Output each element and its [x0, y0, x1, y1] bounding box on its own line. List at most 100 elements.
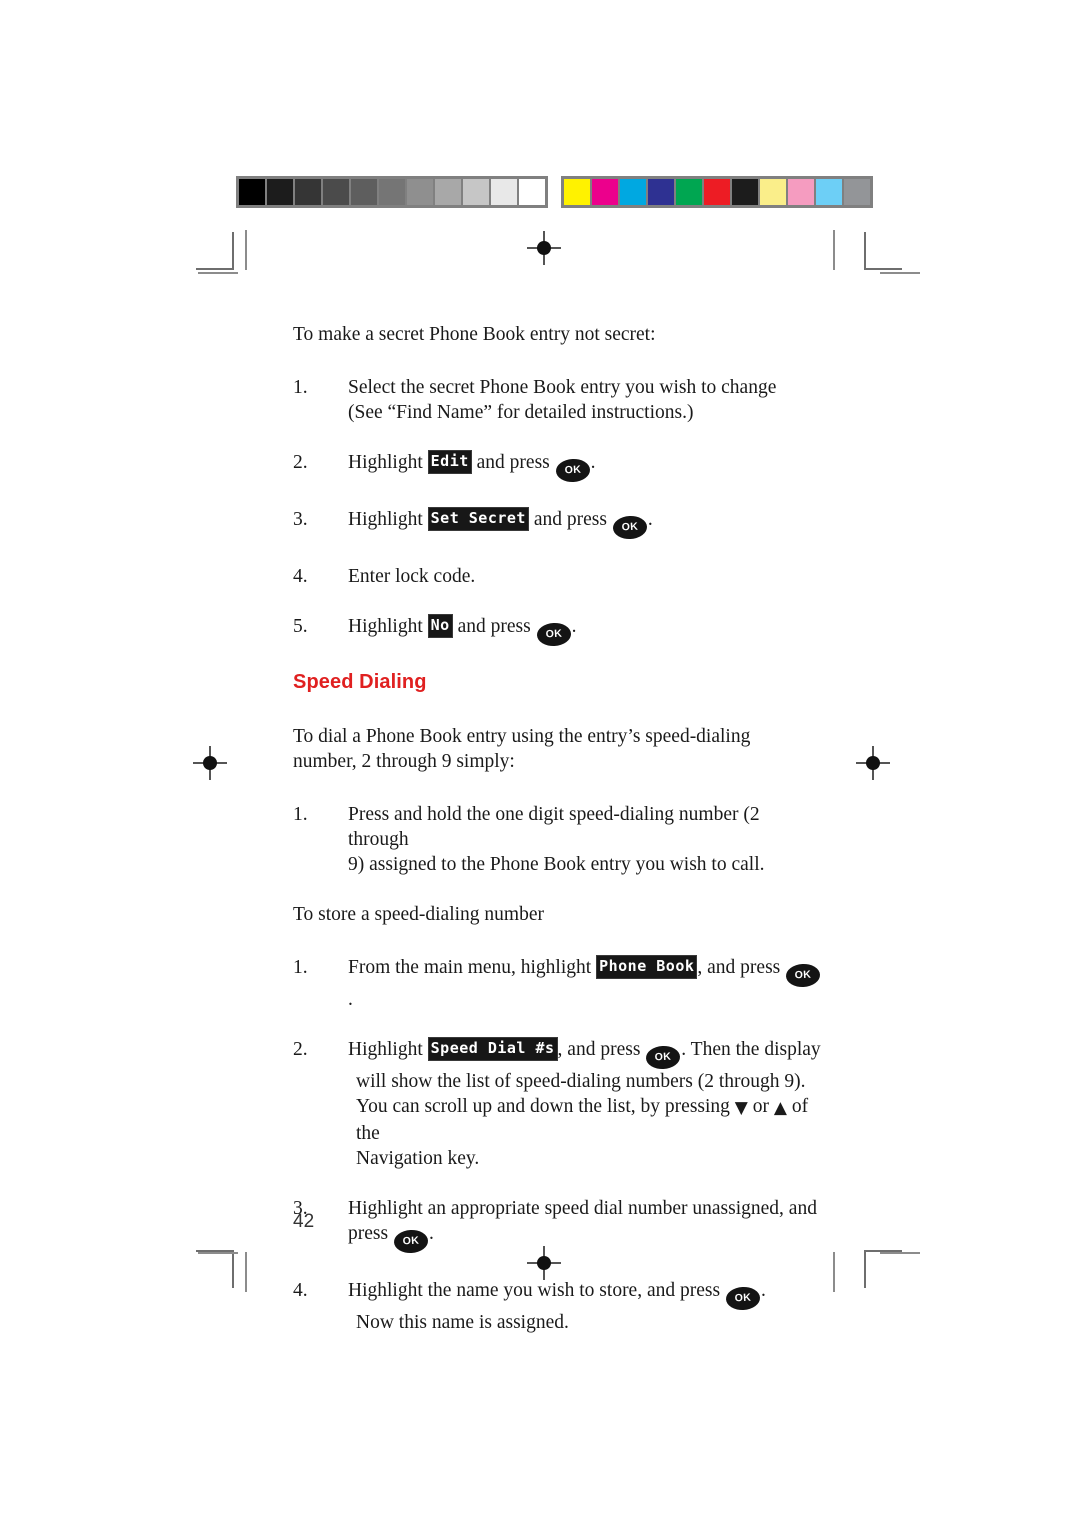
color-patch	[704, 179, 730, 205]
trim-tick-upper-left-horizontal	[198, 272, 238, 274]
ok-key-icon: OK	[645, 1045, 681, 1070]
trim-tick-top-left	[245, 230, 247, 270]
step-text-mid: and press	[533, 509, 607, 530]
step-line-1: Select the secret Phone Book entry you w…	[348, 377, 777, 398]
page-number-folio: 42	[293, 1211, 315, 1232]
step-line-3: You can scroll up and down the list, by …	[348, 1094, 823, 1146]
grayscale-patch	[463, 179, 489, 205]
color-patch	[760, 179, 786, 205]
color-calibration-bar	[561, 176, 873, 208]
lcd-label-no: No	[427, 614, 453, 638]
step-dial-1: 1. Press and hold the one digit speed-di…	[293, 802, 823, 877]
grayscale-patch	[267, 179, 293, 205]
step-number: 3.	[293, 509, 308, 530]
intro-store-paragraph: To store a speed-dialing number	[293, 904, 544, 925]
nav-up-arrow-icon: ▲	[773, 1098, 787, 1118]
color-patch	[732, 179, 758, 205]
intro-dial-line-1: To dial a Phone Book entry using the ent…	[293, 726, 751, 747]
step-line-4: Navigation key.	[356, 1148, 480, 1169]
step-number: 5.	[293, 616, 308, 637]
lcd-label-phone-book: Phone Book	[596, 955, 698, 979]
grayscale-patch	[239, 179, 265, 205]
color-patch	[816, 179, 842, 205]
ok-key-icon: OK	[612, 515, 648, 540]
step-secret-2: 2. Highlight Edit and press OK.	[293, 450, 823, 483]
step-body: Highlight Edit and press OK.	[340, 450, 823, 483]
step-store-3: 3. Highlight an appropriate speed dial n…	[293, 1196, 823, 1254]
color-patch	[648, 179, 674, 205]
lcd-label-edit: Edit	[427, 450, 472, 474]
color-patch	[564, 179, 590, 205]
step-text-post: .	[571, 616, 577, 637]
step-body: Highlight the name you wish to store, an…	[340, 1278, 823, 1335]
grayscale-patch	[351, 179, 377, 205]
step-body: press OK.	[340, 1221, 823, 1254]
step-body: Highlight Speed Dial #s, and press OK. T…	[340, 1037, 823, 1171]
step-store-2: 2. Highlight Speed Dial #s, and press OK…	[293, 1037, 823, 1171]
step-secret-5: 5. Highlight No and press OK.	[293, 614, 823, 647]
step-text-post: . Then the display	[681, 1039, 821, 1060]
step-number: 1.	[293, 957, 308, 978]
step-text-post: .	[760, 1280, 766, 1301]
color-patch	[592, 179, 618, 205]
color-patch	[620, 179, 646, 205]
step-secret-4: 4. Enter lock code.	[293, 564, 823, 589]
step-text-pre: Highlight	[348, 616, 423, 637]
grayscale-patch	[407, 179, 433, 205]
step-text-scroll-mid: or	[752, 1096, 769, 1117]
color-patch	[788, 179, 814, 205]
step-text-mid: and press	[457, 616, 531, 637]
step-line-1: Enter lock code.	[348, 566, 476, 587]
step-text-mid: , and press	[697, 957, 781, 978]
step-number: 1.	[293, 804, 308, 825]
trim-tick-lower-right-horizontal	[880, 1252, 920, 1254]
step-store-1: 1. From the main menu, highlight Phone B…	[293, 955, 823, 1012]
step-body: From the main menu, highlight Phone Book…	[340, 955, 823, 1012]
step-text-post: .	[590, 452, 596, 473]
step-line-1: Press and hold the one digit speed-diali…	[348, 804, 760, 850]
step-body: Highlight No and press OK.	[340, 614, 823, 647]
intro-secret-paragraph: To make a secret Phone Book entry not se…	[293, 324, 656, 345]
lcd-label-speed-dial-numbers: Speed Dial #s	[427, 1037, 558, 1061]
nav-down-arrow-icon: ▼	[734, 1098, 748, 1118]
step-line-2: 9) assigned to the Phone Book entry you …	[348, 854, 765, 875]
trim-tick-upper-right-horizontal	[880, 272, 920, 274]
grayscale-calibration-bar	[236, 176, 548, 208]
step-body: Highlight Set Secret and press OK.	[340, 507, 823, 540]
color-patch	[676, 179, 702, 205]
crop-mark-bottom-right	[856, 1242, 902, 1288]
step-number: 4.	[293, 566, 308, 587]
crop-mark-bottom-left	[196, 1242, 242, 1288]
step-text-pre: Highlight the name you wish to store, an…	[348, 1280, 721, 1301]
step-text-pre: Highlight	[348, 452, 423, 473]
step-secret-1: 1. Select the secret Phone Book entry yo…	[293, 375, 823, 425]
step-number: 1.	[293, 377, 308, 398]
step-number: 4.	[293, 1280, 308, 1301]
registration-target-right	[856, 746, 890, 780]
ok-key-icon: OK	[535, 622, 572, 647]
step-text-scroll-pre: You can scroll up and down the list, by …	[356, 1096, 730, 1117]
ok-key-icon: OK	[555, 458, 591, 483]
intro-dial-paragraph: To dial a Phone Book entry using the ent…	[293, 724, 823, 774]
step-text-pre: Highlight	[348, 1039, 423, 1060]
registration-target-top	[527, 231, 561, 265]
step-line-2: (See “Find Name” for detailed instructio…	[348, 402, 694, 423]
trim-tick-bottom-left	[245, 1252, 247, 1292]
trim-tick-lower-left-horizontal	[198, 1252, 238, 1254]
step-text-post: .	[348, 989, 353, 1010]
step-text-pre: From the main menu, highlight	[348, 957, 592, 978]
grayscale-patch	[323, 179, 349, 205]
trim-tick-top-right	[833, 230, 835, 270]
grayscale-patch	[519, 179, 545, 205]
color-patch	[844, 179, 870, 205]
step-text-mid: and press	[476, 452, 550, 473]
grayscale-patch	[491, 179, 517, 205]
step-secret-3: 3. Highlight Set Secret and press OK.	[293, 507, 823, 540]
page-content: To make a secret Phone Book entry not se…	[293, 322, 823, 1360]
grayscale-patch	[295, 179, 321, 205]
trim-tick-bottom-right	[833, 1252, 835, 1292]
registration-target-left	[193, 746, 227, 780]
step-text-pre: Highlight	[348, 509, 423, 530]
step-text-mid: , and press	[557, 1039, 641, 1060]
step-line-2: Now this name is assigned.	[356, 1312, 569, 1333]
